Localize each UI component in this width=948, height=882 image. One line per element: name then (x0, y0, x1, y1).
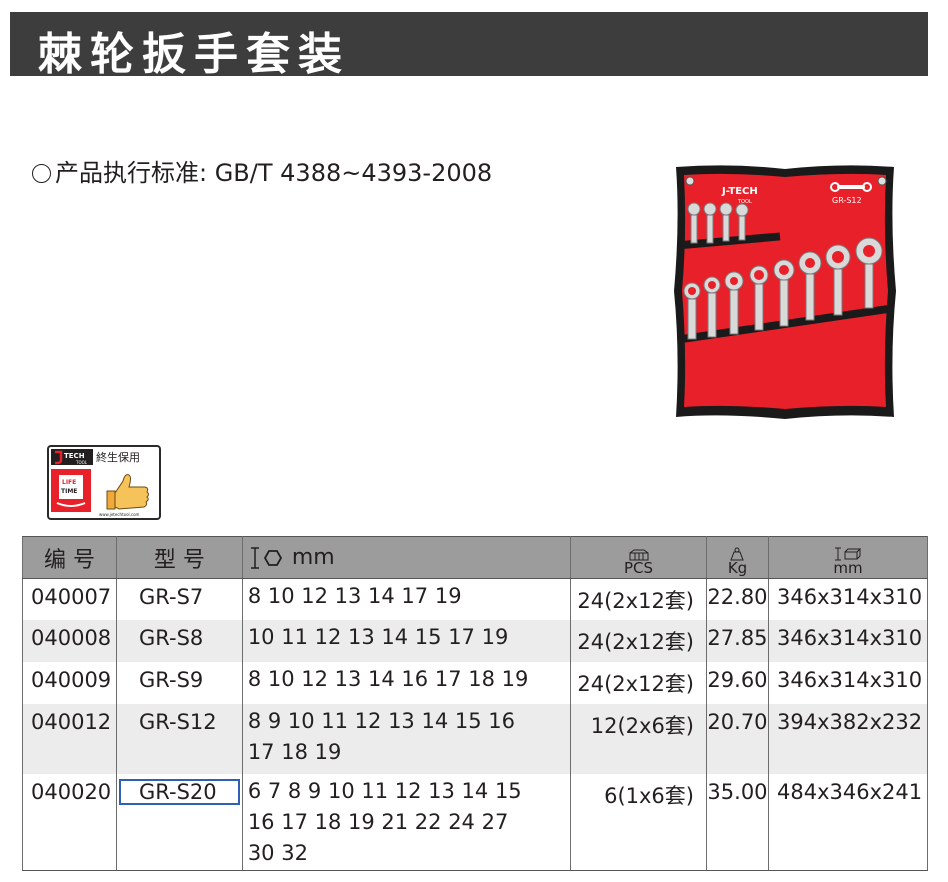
table-row: 040020 GR-S20 6 7 8 9 10 11 12 13 14 15 … (22, 773, 929, 871)
header-sizes: mm (241, 536, 572, 579)
wrench-size-icon (250, 546, 282, 569)
product-photo: J-TECH TOOL GR-S12 (674, 165, 896, 419)
cell-pcs: 12(2x6套) (570, 703, 707, 774)
badge-slogan: 終生保用 (96, 450, 140, 464)
cell-pcs: 6(1x6套) (570, 773, 707, 871)
badge-url: www.jetechtool.com (99, 512, 140, 517)
pouch-model: GR-S12 (832, 196, 862, 205)
cell-kg: 29.60 (706, 661, 769, 704)
standard-text: 产品执行标准: GB/T 4388~4393-2008 (55, 159, 493, 187)
cell-model: GR-S12 (115, 703, 243, 774)
cell-pcs: 24(2x12套) (570, 578, 707, 620)
pouch-brand: J-TECH (721, 186, 758, 197)
cell-sizes: 10 11 12 13 14 15 17 19 (241, 619, 572, 662)
badge-brand-sub: TOOL (75, 460, 88, 465)
cell-num: 040012 (22, 703, 117, 774)
table-row: 040009 GR-S9 8 10 12 13 14 16 17 18 19 2… (22, 661, 929, 704)
table-header-row: 编 号 型 号 mm PCS Kg mm (22, 536, 929, 579)
header-kg: Kg (706, 536, 769, 579)
cell-kg: 20.70 (706, 703, 769, 774)
badge-time: TIME (61, 488, 77, 495)
title-bar: 棘轮扳手套装 (10, 12, 928, 80)
cell-dim: 394x382x232 (767, 703, 929, 774)
spec-table: 编 号 型 号 mm PCS Kg mm 040007 GR-S7 8 10 1… (22, 536, 929, 871)
cell-num: 040009 (22, 661, 117, 704)
cell-pcs: 24(2x12套) (570, 661, 707, 704)
header-num: 编 号 (22, 536, 117, 579)
cell-kg: 35.00 (706, 773, 769, 871)
header-dim: mm (767, 536, 929, 579)
cell-model-selected[interactable]: GR-S20 (115, 773, 243, 871)
lifetime-warranty-badge: TECH TOOL 終生保用 LIFE TIME www.jetechtool.… (47, 445, 161, 520)
badge-brand: TECH (64, 452, 85, 460)
cell-sizes: 8 10 12 13 14 17 19 (241, 578, 572, 620)
table-row: 040012 GR-S12 8 9 10 11 12 13 14 15 16 1… (22, 703, 929, 774)
cell-dim: 346x314x310 (767, 578, 929, 620)
header-sizes-unit: mm (291, 544, 335, 570)
cell-model: GR-S8 (115, 619, 243, 662)
cell-pcs: 24(2x12套) (570, 619, 707, 662)
cell-num: 040007 (22, 578, 117, 620)
cell-model: GR-S9 (115, 661, 243, 704)
cell-model: GR-S7 (115, 578, 243, 620)
standard-line: 产品执行标准: GB/T 4388~4393-2008 (32, 153, 492, 188)
cell-num: 040020 (22, 773, 117, 871)
cell-sizes: 8 9 10 11 12 13 14 15 16 17 18 19 (241, 703, 572, 774)
cell-dim: 346x314x310 (767, 661, 929, 704)
table-row: 040007 GR-S7 8 10 12 13 14 17 19 24(2x12… (22, 578, 929, 620)
page-title: 棘轮扳手套装 (38, 29, 350, 80)
header-model: 型 号 (115, 536, 243, 579)
cell-sizes: 8 10 12 13 14 16 17 18 19 (241, 661, 572, 704)
thumbs-up-icon (106, 474, 149, 510)
header-pcs: PCS (570, 536, 707, 579)
badge-life: LIFE (62, 479, 76, 486)
table-row: 040008 GR-S8 10 11 12 13 14 15 17 19 24(… (22, 619, 929, 662)
cell-kg: 22.80 (706, 578, 769, 620)
cell-num: 040008 (22, 619, 117, 662)
cell-sizes: 6 7 8 9 10 11 12 13 14 15 16 17 18 19 21… (241, 773, 572, 871)
cell-dim: 484x346x241 (767, 773, 929, 871)
cell-dim: 346x314x310 (767, 619, 929, 662)
circle-bullet-icon (32, 164, 51, 183)
cell-kg: 27.85 (706, 619, 769, 662)
